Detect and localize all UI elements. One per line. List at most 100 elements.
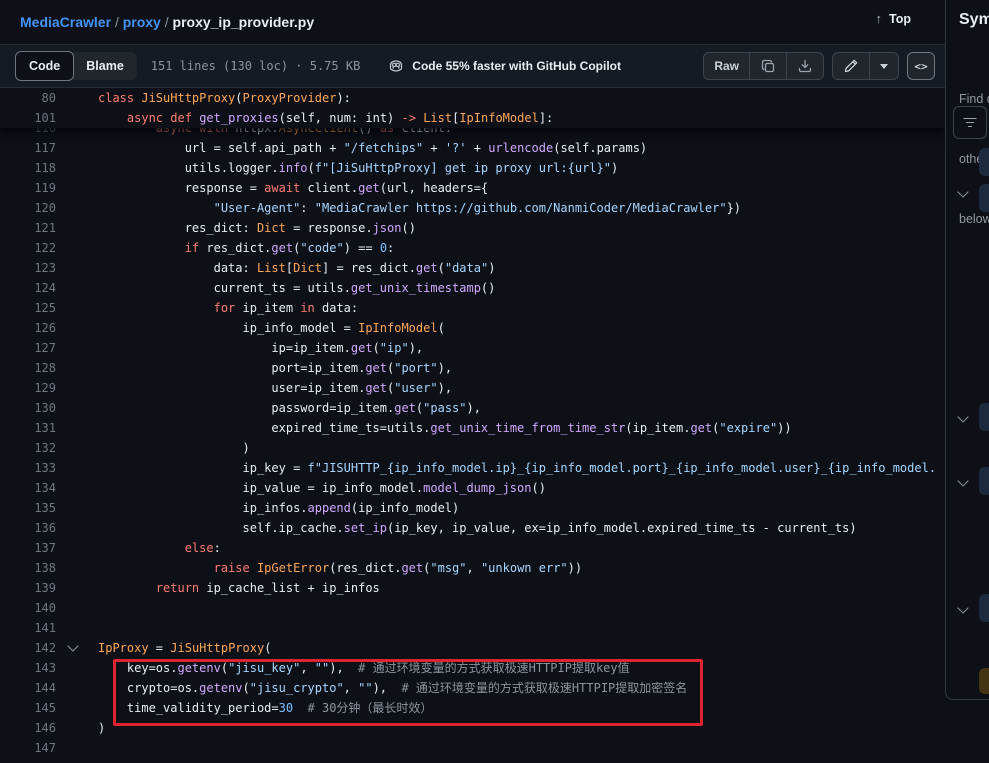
github-code-view: { "breadcrumb": { "repo": "MediaCrawler"… xyxy=(0,0,989,763)
arrow-up-icon: ↑ xyxy=(876,11,883,26)
line-number[interactable]: 125 xyxy=(0,298,56,318)
code-line: 129 user=ip_item.get("user"), xyxy=(0,378,945,398)
line-number[interactable]: 121 xyxy=(0,218,56,238)
line-number[interactable]: 134 xyxy=(0,478,56,498)
code-line: 121 res_dict: Dict = response.json() xyxy=(0,218,945,238)
download-button[interactable] xyxy=(786,53,823,79)
edit-group xyxy=(832,52,899,80)
breadcrumb-repo-link[interactable]: MediaCrawler xyxy=(20,14,111,30)
line-number[interactable]: 127 xyxy=(0,338,56,358)
code-line: 101 async def get_proxies(self, num: int… xyxy=(0,108,945,128)
line-number[interactable]: 139 xyxy=(0,578,56,598)
code-line: 126 ip_info_model = IpInfoModel( xyxy=(0,318,945,338)
line-number[interactable]: 130 xyxy=(0,398,56,418)
edit-dropdown-button[interactable] xyxy=(869,53,898,79)
code-text: ) xyxy=(98,438,250,458)
symbols-panel: Symbols Find definitions and references … xyxy=(945,0,989,700)
fold-gutter xyxy=(56,658,98,678)
symbol-pill[interactable] xyxy=(979,403,989,431)
breadcrumb-folder-link[interactable]: proxy xyxy=(123,14,161,30)
line-number[interactable]: 133 xyxy=(0,458,56,478)
code-pane: 116 async with httpx.AsyncClient() as cl… xyxy=(0,88,945,763)
code-line: 127 ip=ip_item.get("ip"), xyxy=(0,338,945,358)
code-text: ) xyxy=(98,718,105,738)
line-number[interactable]: 129 xyxy=(0,378,56,398)
breadcrumb: MediaCrawler / proxy / proxy_ip_provider… xyxy=(20,14,314,30)
line-number[interactable]: 142 xyxy=(0,638,56,658)
fold-gutter xyxy=(56,538,98,558)
symbol-pill[interactable] xyxy=(979,467,989,495)
chevron-down-icon[interactable] xyxy=(957,475,968,486)
code-line: 136 self.ip_cache.set_ip(ip_key, ip_valu… xyxy=(0,518,945,538)
line-number[interactable]: 122 xyxy=(0,238,56,258)
chevron-down-icon[interactable] xyxy=(957,411,968,422)
line-number[interactable]: 136 xyxy=(0,518,56,538)
line-number[interactable]: 145 xyxy=(0,698,56,718)
code-line: 124 current_ts = utils.get_unix_timestam… xyxy=(0,278,945,298)
line-number[interactable]: 120 xyxy=(0,198,56,218)
line-number[interactable]: 135 xyxy=(0,498,56,518)
raw-button[interactable]: Raw xyxy=(704,53,749,79)
back-to-top-button[interactable]: ↑ Top xyxy=(876,11,911,26)
tab-blame[interactable]: Blame xyxy=(73,52,137,80)
code-line: 117 url = self.api_path + "/fetchips" + … xyxy=(0,138,945,158)
line-number[interactable]: 119 xyxy=(0,178,56,198)
copy-button[interactable] xyxy=(749,53,786,79)
symbol-pill[interactable] xyxy=(979,184,989,212)
symbol-pill[interactable] xyxy=(979,668,989,694)
fold-chevron-icon[interactable] xyxy=(67,640,78,651)
file-header-bar: MediaCrawler / proxy / proxy_ip_provider… xyxy=(0,0,945,44)
edit-button[interactable] xyxy=(833,53,869,79)
fold-gutter xyxy=(56,598,98,618)
symbols-filter-button[interactable] xyxy=(953,106,987,139)
line-number[interactable]: 118 xyxy=(0,158,56,178)
line-number[interactable]: 138 xyxy=(0,558,56,578)
line-number[interactable]: 131 xyxy=(0,418,56,438)
code-text: expired_time_ts=utils.get_unix_time_from… xyxy=(98,418,792,438)
symbol-pill[interactable] xyxy=(979,148,989,176)
line-number[interactable]: 137 xyxy=(0,538,56,558)
line-number[interactable]: 124 xyxy=(0,278,56,298)
pencil-icon xyxy=(843,58,859,74)
chevron-down-icon[interactable] xyxy=(957,602,968,613)
fold-gutter xyxy=(56,338,98,358)
top-label: Top xyxy=(889,12,911,26)
fold-gutter xyxy=(56,498,98,518)
symbols-panel-toggle-button[interactable]: <> xyxy=(907,52,935,80)
code-line: 144 crypto=os.getenv("jisu_crypto", ""),… xyxy=(0,678,945,698)
line-number[interactable]: 123 xyxy=(0,258,56,278)
code-line: 132 ) xyxy=(0,438,945,458)
code-text: if res_dict.get("code") == 0: xyxy=(98,238,394,258)
fold-gutter xyxy=(56,398,98,418)
line-number[interactable]: 132 xyxy=(0,438,56,458)
line-number[interactable]: 140 xyxy=(0,598,56,618)
fold-gutter xyxy=(56,158,98,178)
code-text: response = await client.get(url, headers… xyxy=(98,178,488,198)
file-toolbar: Code Blame 151 lines (130 loc) · 5.75 KB… xyxy=(0,44,945,88)
code-text: ip_key = f"JISUHTTP_{ip_info_model.ip}_{… xyxy=(98,458,936,478)
code-text: url = self.api_path + "/fetchips" + '?' … xyxy=(98,138,647,158)
line-number[interactable]: 147 xyxy=(0,738,56,758)
line-number[interactable]: 146 xyxy=(0,718,56,738)
line-number[interactable]: 144 xyxy=(0,678,56,698)
fold-gutter xyxy=(56,178,98,198)
code-line: 139 return ip_cache_list + ip_infos xyxy=(0,578,945,598)
line-number[interactable]: 117 xyxy=(0,138,56,158)
tab-code[interactable]: Code xyxy=(15,51,74,81)
line-number[interactable]: 101 xyxy=(0,108,56,128)
fold-gutter xyxy=(56,718,98,738)
code-line: 138 raise IpGetError(res_dict.get("msg",… xyxy=(0,558,945,578)
fold-gutter xyxy=(56,678,98,698)
line-number[interactable]: 141 xyxy=(0,618,56,638)
line-number[interactable]: 143 xyxy=(0,658,56,678)
symbol-pill[interactable] xyxy=(979,594,989,622)
fold-gutter xyxy=(56,738,98,758)
line-number[interactable]: 80 xyxy=(0,88,56,108)
line-number[interactable]: 126 xyxy=(0,318,56,338)
download-icon xyxy=(797,58,813,74)
code-text: ip_infos.append(ip_info_model) xyxy=(98,498,459,518)
fold-gutter xyxy=(56,418,98,438)
line-number[interactable]: 128 xyxy=(0,358,56,378)
copilot-banner: Code 55% faster with GitHub Copilot xyxy=(388,58,621,74)
code-line: 131 expired_time_ts=utils.get_unix_time_… xyxy=(0,418,945,438)
